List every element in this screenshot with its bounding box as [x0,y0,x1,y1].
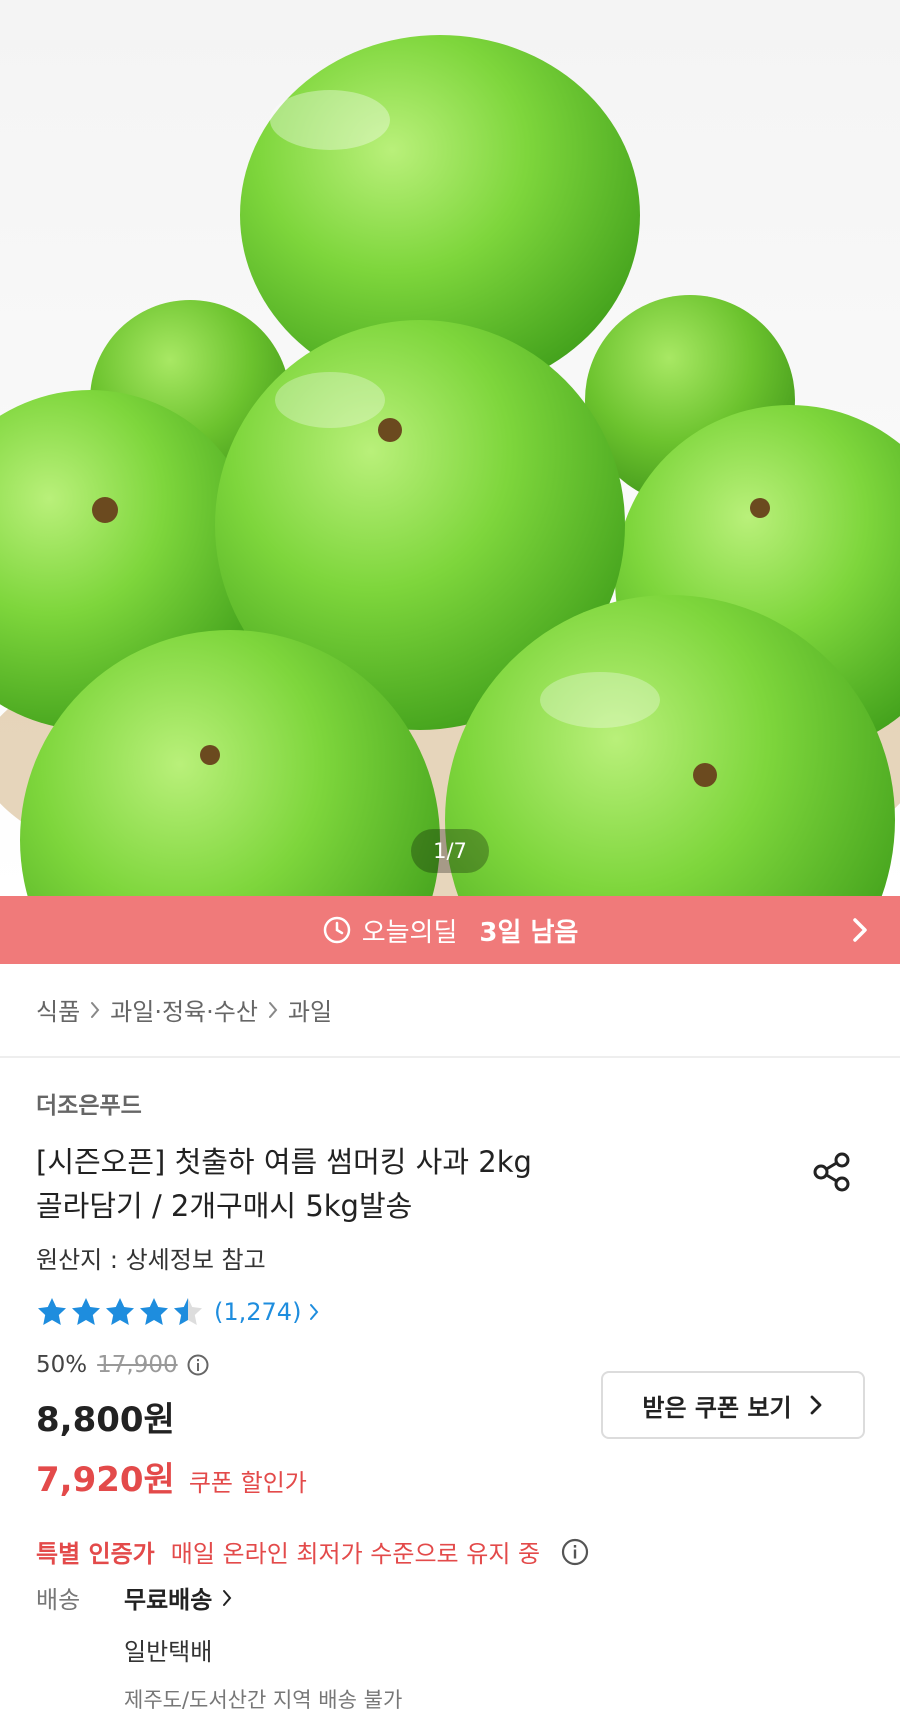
product-title: [시즌오픈] 첫출하 여름 썸머킹 사과 2kg 골라담기 / 2개구매시 5k… [36,1140,796,1228]
discount-rate: 50% [36,1352,88,1378]
original-price: 17,900 [97,1352,178,1378]
share-icon[interactable] [810,1150,854,1194]
shipping-row[interactable]: 배송 무료배송 [36,1580,234,1615]
deal-remaining: 3일 남음 [479,917,579,948]
coupon-price: 7,920원 [36,1460,175,1500]
chevron-right-icon [268,1001,278,1018]
special-price-row: 특별 인증가 매일 온라인 최저가 수준으로 유지 중 [36,1534,590,1569]
breadcrumb-item-food[interactable]: 식품 [36,992,80,1027]
coupon-price-row: 7,920원 쿠폰 할인가 [36,1452,307,1501]
chevron-right-icon [810,1395,821,1415]
view-coupons-button[interactable]: 받은 쿠폰 보기 [601,1371,865,1439]
star-full-icon [140,1298,168,1325]
star-full-icon [72,1298,100,1325]
sale-price: 8,800원 [36,1400,175,1440]
shipping-type: 일반택배 [124,1638,213,1666]
deal-label: 오늘의딜 [361,917,458,948]
section-divider [0,1056,900,1058]
seller-name[interactable]: 더조은푸드 [36,1086,142,1120]
shipping-value: 무료배송 [124,1586,213,1614]
special-price-tag: 특별 인증가 [36,1540,155,1568]
star-half-icon [174,1298,202,1325]
chevron-right-icon [310,1304,319,1320]
product-image [0,35,900,896]
chevron-right-icon [223,1589,232,1606]
todays-deal-bar[interactable]: 오늘의딜 3일 남음 [0,896,900,964]
star-full-icon [38,1298,66,1325]
discount-row: 50% 17,900 [36,1352,210,1378]
special-price-desc: 매일 온라인 최저가 수준으로 유지 중 [170,1540,541,1568]
rating-row[interactable]: (1,274) [36,1296,321,1328]
review-count[interactable]: (1,274) [214,1298,301,1326]
info-icon[interactable] [560,1537,590,1567]
shipping-label: 배송 [36,1586,81,1614]
breadcrumb: 식품 과일·정육·수산 과일 [36,992,332,1027]
product-title-line-2: 골라담기 / 2개구매시 5kg발송 [36,1189,413,1223]
breadcrumb-item-fruit-meat-seafood[interactable]: 과일·정육·수산 [110,992,258,1027]
product-title-line-1: [시즌오픈] 첫출하 여름 썸머킹 사과 2kg [36,1145,532,1179]
chevron-right-icon [91,1001,100,1018]
shipping-note: 제주도/도서산간 지역 배송 불가 [124,1688,403,1712]
star-rating [36,1296,206,1328]
coupon-price-label: 쿠폰 할인가 [188,1469,307,1497]
view-coupons-label: 받은 쿠폰 보기 [642,1393,792,1422]
image-counter: 1/7 [411,829,489,873]
chevron-right-icon[interactable] [850,916,870,944]
star-full-icon [106,1298,134,1325]
breadcrumb-item-fruit[interactable]: 과일 [288,992,332,1027]
info-icon[interactable] [186,1353,210,1377]
origin-info: 원산지 : 상세정보 참고 [36,1246,266,1274]
product-image-gallery[interactable]: 1/7 [0,0,900,896]
clock-icon [323,916,350,944]
